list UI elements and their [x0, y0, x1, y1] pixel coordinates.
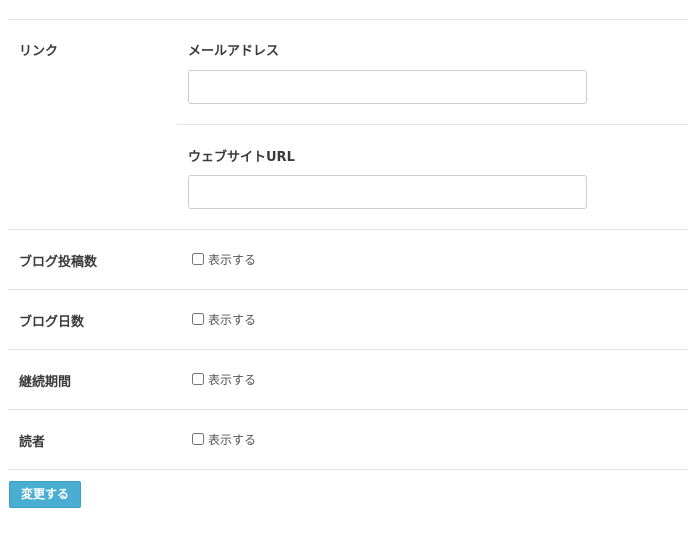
divider-after-link	[8, 229, 688, 230]
option-label-blog-days: ブログ日数	[19, 315, 85, 330]
option-label-blog-posts: ブログ投稿数	[19, 255, 98, 270]
website-field-label: ウェブサイトURL	[188, 150, 295, 165]
website-url-field[interactable]	[188, 175, 587, 209]
checkbox[interactable]	[192, 433, 204, 445]
divider-after-period	[8, 409, 688, 410]
option-checkbox-blog-days[interactable]: 表示する	[192, 311, 256, 327]
divider-link-inner	[177, 124, 688, 125]
divider-after-posts	[8, 289, 688, 290]
checkbox[interactable]	[192, 253, 204, 265]
option-label-readers: 読者	[19, 435, 46, 450]
option-checkbox-continuation-period[interactable]: 表示する	[192, 371, 256, 387]
checkbox-label: 表示する	[208, 252, 257, 267]
divider-after-days	[8, 349, 688, 350]
divider-top	[8, 19, 688, 20]
link-section-label: リンク	[19, 44, 59, 59]
email-field[interactable]	[188, 70, 587, 104]
divider-bottom	[8, 469, 688, 470]
option-checkbox-readers[interactable]: 表示する	[192, 431, 256, 447]
option-label-continuation-period: 継続期間	[19, 375, 72, 390]
option-checkbox-blog-posts[interactable]: 表示する	[192, 251, 256, 267]
checkbox[interactable]	[192, 313, 204, 325]
email-field-label: メールアドレス	[188, 44, 280, 59]
checkbox-label: 表示する	[208, 312, 257, 327]
submit-button[interactable]: 変更する	[9, 481, 82, 508]
checkbox-label: 表示する	[208, 372, 257, 387]
checkbox[interactable]	[192, 373, 204, 385]
checkbox-label: 表示する	[208, 432, 257, 447]
